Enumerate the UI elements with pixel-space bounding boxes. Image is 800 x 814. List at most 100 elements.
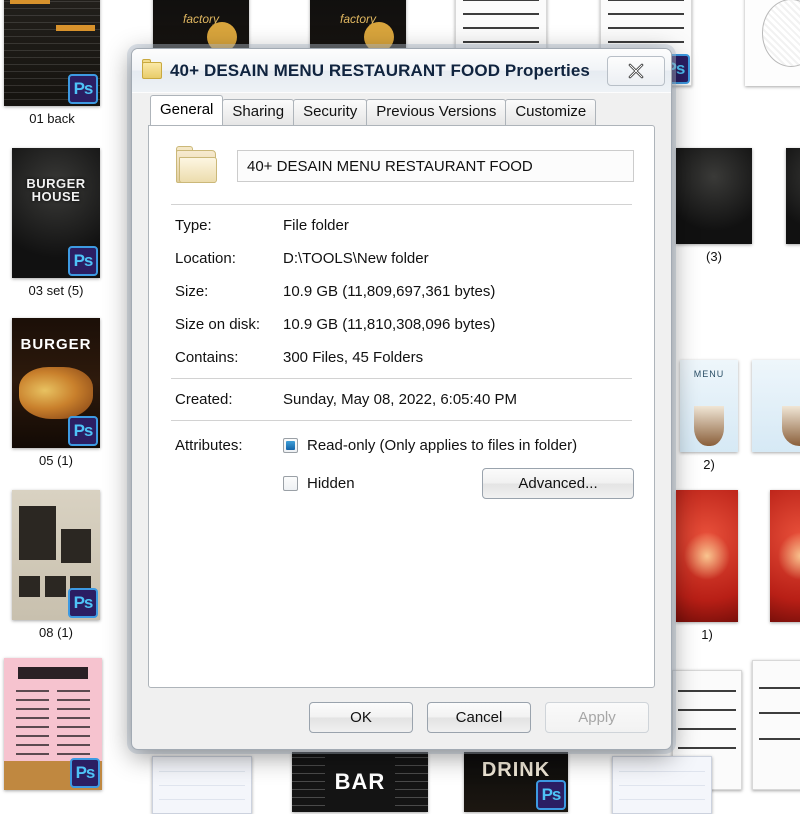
dialog-title: 40+ DESAIN MENU RESTAURANT FOOD Properti… <box>170 61 599 81</box>
photoshop-badge-icon: Ps <box>68 588 98 618</box>
divider <box>171 204 632 205</box>
thumb-art-title: BURGER HOUSE <box>12 177 100 204</box>
tab-security[interactable]: Security <box>293 99 367 125</box>
thumb-art-title: BURGER <box>12 336 100 353</box>
thumbnail-image <box>152 756 252 814</box>
dialog-titlebar[interactable]: 40+ DESAIN MENU RESTAURANT FOOD Properti… <box>132 49 671 93</box>
photoshop-badge-icon: Ps <box>68 246 98 276</box>
property-row-size: Size: 10.9 GB (11,809,697,361 bytes) <box>169 275 634 308</box>
attributes-label: Attributes: <box>175 437 283 513</box>
thumbnail-cell[interactable]: Ps 08 (1) <box>12 490 100 640</box>
property-row-type: Type: File folder <box>169 209 634 242</box>
tab-general[interactable]: General <box>150 95 223 125</box>
property-value: Sunday, May 08, 2022, 6:05:40 PM <box>283 391 634 408</box>
attribute-readonly-row: Read-only (Only applies to files in fold… <box>283 437 634 454</box>
thumbnail-label: 01 back <box>29 111 75 126</box>
thumb-art-title: BAR <box>292 769 428 795</box>
thumbnail-label: 05 (1) <box>39 453 73 468</box>
property-row-location: Location: D:\TOOLS\New folder <box>169 242 634 275</box>
thumbnail-cell[interactable] <box>752 660 800 790</box>
folder-icon <box>142 62 162 79</box>
thumbnail-cell[interactable] <box>770 490 800 622</box>
thumbnail-label: 08 (1) <box>39 625 73 640</box>
thumbnail-cell[interactable]: BAR <box>292 752 428 812</box>
dialog-footer: OK Cancel Apply <box>132 688 671 749</box>
property-value: 300 Files, 45 Folders <box>283 349 634 366</box>
thumbnail-cell[interactable]: BURGER HOUSE Ps 03 set (5) <box>12 148 100 298</box>
thumbnail-cell[interactable]: (3) <box>676 148 752 264</box>
property-value: 10.9 GB (11,809,697,361 bytes) <box>283 283 634 300</box>
thumbnail-image <box>770 490 800 622</box>
folder-name-row: 40+ DESAIN MENU RESTAURANT FOOD <box>169 142 634 200</box>
thumbnail-image: MENU <box>680 360 738 452</box>
thumbnail-image: Ps <box>12 490 100 620</box>
thumbnail-label: 2) <box>703 457 715 472</box>
thumbnail-image <box>612 756 712 814</box>
thumbnail-image: BURGER HOUSE Ps <box>12 148 100 278</box>
divider <box>171 378 632 379</box>
property-value: D:\TOOLS\New folder <box>283 250 634 267</box>
readonly-checkbox[interactable] <box>283 438 298 453</box>
property-key: Created: <box>175 391 283 408</box>
thumbnail-cell[interactable]: DRINK Ps <box>464 752 568 812</box>
advanced-button[interactable]: Advanced... <box>482 468 634 499</box>
divider <box>171 420 632 421</box>
property-key: Size: <box>175 283 283 300</box>
thumbnail-image: DRINK Ps <box>464 752 568 812</box>
property-key: Contains: <box>175 349 283 366</box>
thumbnail-label: 1) <box>701 627 713 642</box>
tab-customize[interactable]: Customize <box>505 99 596 125</box>
thumbnail-image: Ps <box>4 658 102 790</box>
close-button[interactable] <box>607 56 665 86</box>
folder-name-input[interactable]: 40+ DESAIN MENU RESTAURANT FOOD <box>237 150 634 182</box>
thumb-art-title: BURGER <box>310 0 406 1</box>
readonly-label: Read-only (Only applies to files in fold… <box>307 437 577 454</box>
ok-button[interactable]: OK <box>309 702 413 733</box>
property-row-created: Created: Sunday, May 08, 2022, 6:05:40 P… <box>169 383 634 416</box>
thumbnail-cell[interactable] <box>745 0 800 86</box>
cancel-button[interactable]: Cancel <box>427 702 531 733</box>
tab-strip: General Sharing Security Previous Versio… <box>132 93 671 125</box>
thumbnail-cell[interactable]: BURGER Ps 05 (1) <box>12 318 100 468</box>
thumb-art-title: DRINK <box>464 759 568 782</box>
apply-button: Apply <box>545 702 649 733</box>
thumbnail-image: Ps <box>4 0 100 106</box>
thumb-art-title: MENU <box>680 369 738 379</box>
thumbnail-image <box>745 0 800 86</box>
thumbnail-cell[interactable] <box>152 756 252 814</box>
thumbnail-image <box>752 660 800 790</box>
thumbnail-cell[interactable]: Ps <box>4 658 102 790</box>
property-row-contains: Contains: 300 Files, 45 Folders <box>169 341 634 374</box>
attribute-hidden-row: Hidden Advanced... <box>283 468 634 499</box>
thumbnail-image: BURGER Ps <box>12 318 100 448</box>
thumbnail-label: (3) <box>706 249 722 264</box>
property-key: Size on disk: <box>175 316 283 333</box>
property-value: File folder <box>283 217 634 234</box>
thumbnail-cell[interactable] <box>612 756 712 814</box>
photoshop-badge-icon: Ps <box>68 416 98 446</box>
thumbnail-image <box>752 360 800 452</box>
photoshop-badge-icon: Ps <box>68 74 98 104</box>
thumbnail-cell[interactable]: Ps 01 back <box>4 0 100 126</box>
thumb-art-title: BURGER <box>153 0 249 1</box>
hidden-checkbox[interactable] <box>283 476 298 491</box>
thumbnail-image: BAR <box>292 752 428 812</box>
thumbnail-cell[interactable]: MENU 2) <box>680 360 738 472</box>
thumbnail-label: 03 set (5) <box>29 283 84 298</box>
thumb-art-subtitle: factory <box>310 12 406 26</box>
close-icon <box>627 62 645 80</box>
thumbnail-cell[interactable]: 0 <box>786 148 800 264</box>
tab-sharing[interactable]: Sharing <box>222 99 294 125</box>
photoshop-badge-icon: Ps <box>536 780 566 810</box>
thumbnail-cell[interactable] <box>752 360 800 452</box>
property-value: 10.9 GB (11,810,308,096 bytes) <box>283 316 634 333</box>
folder-properties-dialog: 40+ DESAIN MENU RESTAURANT FOOD Properti… <box>131 48 672 750</box>
tab-previous-versions[interactable]: Previous Versions <box>366 99 506 125</box>
thumbnail-image <box>676 148 752 244</box>
attributes-section: Attributes: Read-only (Only applies to f… <box>169 425 634 513</box>
property-key: Type: <box>175 217 283 234</box>
photoshop-badge-icon: Ps <box>70 758 100 788</box>
thumbnail-image <box>676 490 738 622</box>
thumbnail-cell[interactable]: 1) <box>676 490 738 642</box>
hidden-label: Hidden <box>307 475 355 492</box>
